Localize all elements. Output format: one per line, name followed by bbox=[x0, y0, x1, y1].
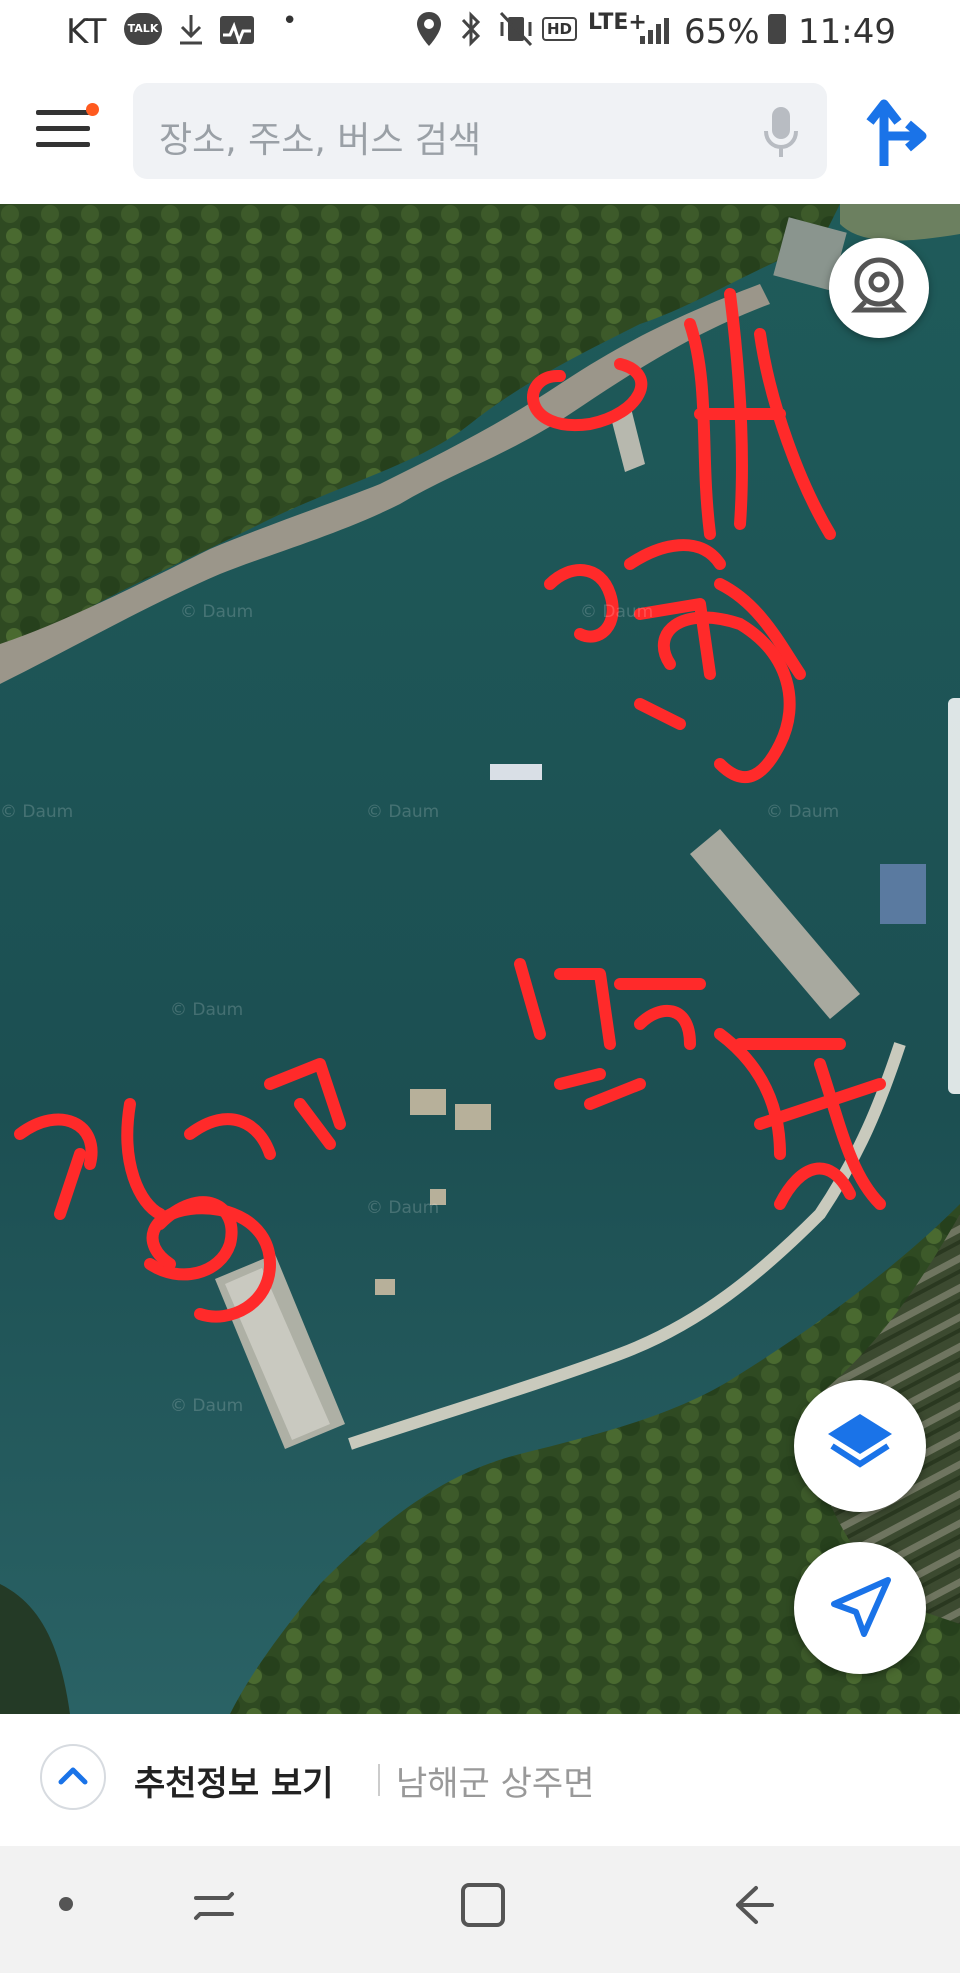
notification-dot-icon: • bbox=[282, 6, 298, 36]
current-region-label: 남해군 상주면 bbox=[396, 1764, 595, 1804]
system-nav-bar bbox=[0, 1846, 960, 1973]
map-watermark: © Daum bbox=[0, 802, 74, 822]
map-layers-button[interactable] bbox=[794, 1380, 926, 1512]
map-watermark: © Daum bbox=[766, 802, 840, 822]
cctv-icon bbox=[850, 257, 908, 313]
map-watermark: © Daum bbox=[366, 802, 440, 822]
map-watermark: © Daum bbox=[170, 1396, 244, 1416]
recommend-info-link[interactable]: 추천정보 보기 bbox=[134, 1756, 334, 1805]
mic-icon[interactable] bbox=[761, 103, 801, 163]
dot-icon bbox=[59, 1897, 73, 1911]
back-arrow-icon bbox=[736, 1886, 774, 1924]
home-button[interactable] bbox=[458, 1880, 508, 1930]
cctv-button[interactable] bbox=[829, 238, 929, 338]
map-watermark: © Daum bbox=[580, 602, 654, 622]
clock: 11:49 bbox=[798, 12, 896, 52]
satellite-map[interactable]: © Daum © Daum © Daum © Daum © Daum © Dau… bbox=[0, 204, 960, 1714]
hd-voice-icon: HD bbox=[542, 17, 578, 41]
new-badge-dot bbox=[86, 103, 99, 116]
side-panel-handle[interactable] bbox=[948, 698, 960, 1094]
map-watermark: © Daum bbox=[366, 1198, 440, 1218]
bottom-info-bar: 추천정보 보기 남해군 상주면 bbox=[0, 1714, 960, 1846]
divider bbox=[378, 1764, 380, 1796]
route-icon[interactable] bbox=[864, 96, 928, 168]
nav-dot-button[interactable] bbox=[56, 1894, 76, 1914]
battery-percent: 65% bbox=[684, 12, 760, 52]
search-input[interactable]: 장소, 주소, 버스 검색 bbox=[133, 83, 827, 179]
menu-icon[interactable] bbox=[36, 104, 92, 154]
battery-icon bbox=[768, 14, 786, 44]
map-watermark: © Daum bbox=[170, 1000, 244, 1020]
signal-strength-icon bbox=[640, 14, 676, 44]
my-location-icon bbox=[831, 1577, 891, 1637]
chevron-up-icon bbox=[58, 1767, 88, 1785]
map-watermark: © Daum bbox=[180, 602, 254, 622]
my-location-button[interactable] bbox=[794, 1542, 926, 1674]
layers-icon bbox=[828, 1414, 892, 1468]
expand-recommend-button[interactable] bbox=[40, 1744, 106, 1810]
search-header: 장소, 주소, 버스 검색 bbox=[0, 66, 960, 204]
network-type-label: LTE+ bbox=[588, 10, 647, 35]
kakaotalk-icon: TALK bbox=[124, 13, 162, 45]
bluetooth-icon bbox=[458, 10, 484, 57]
location-pin-icon bbox=[414, 10, 444, 57]
activity-icon bbox=[220, 16, 254, 46]
back-button[interactable] bbox=[728, 1880, 778, 1930]
home-icon bbox=[461, 1883, 505, 1927]
recent-apps-icon bbox=[194, 1892, 234, 1920]
status-bar: KT TALK • HD LTE+ 65% 11:49 bbox=[0, 0, 960, 66]
search-placeholder: 장소, 주소, 버스 검색 bbox=[159, 120, 482, 161]
carrier-label: KT bbox=[66, 12, 107, 52]
recent-apps-button[interactable] bbox=[190, 1882, 238, 1930]
download-icon bbox=[176, 12, 206, 55]
vibrate-mute-icon bbox=[498, 10, 534, 57]
